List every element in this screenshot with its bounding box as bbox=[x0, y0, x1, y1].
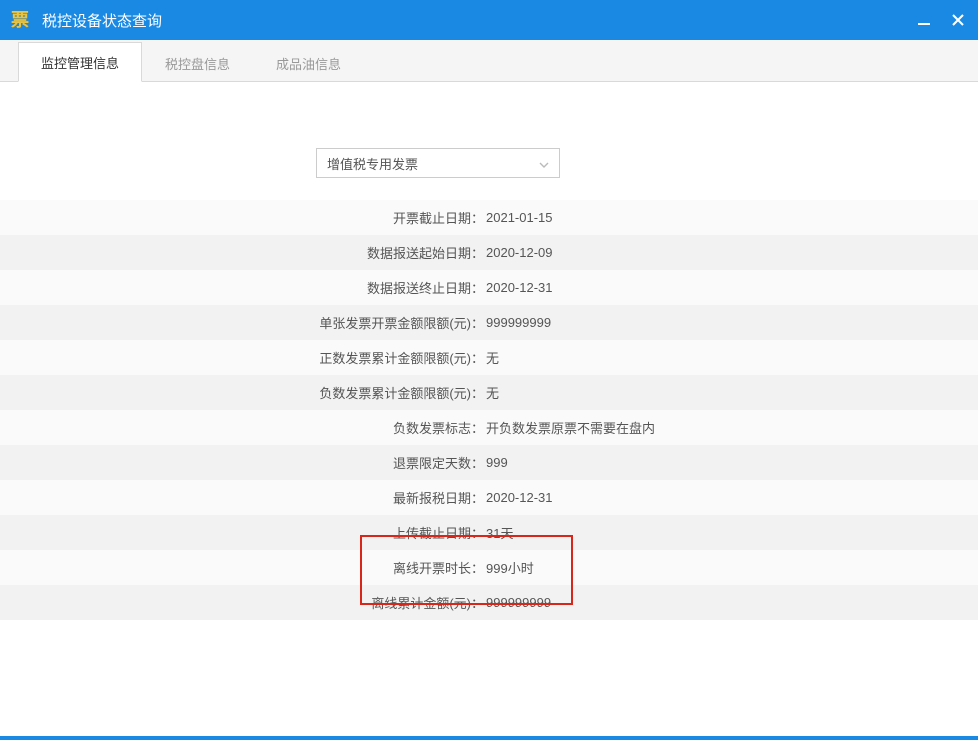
minimize-button[interactable] bbox=[914, 10, 934, 30]
tab-monitor-info[interactable]: 监控管理信息 bbox=[18, 42, 142, 82]
row-label: 离线累计金额(元)： bbox=[0, 593, 484, 612]
close-button[interactable] bbox=[948, 10, 968, 30]
select-value: 增值税专用发票 bbox=[327, 154, 418, 173]
row-label: 负数发票累计金额限额(元)： bbox=[0, 383, 484, 402]
row-value: 2020-12-31 bbox=[484, 280, 553, 295]
row-label: 离线开票时长： bbox=[0, 558, 484, 577]
row-label: 开票截止日期： bbox=[0, 208, 484, 227]
row-negative-invoice-limit: 负数发票累计金额限额(元)： 无 bbox=[0, 375, 978, 410]
row-invoice-deadline: 开票截止日期： 2021-01-15 bbox=[0, 200, 978, 235]
app-icon: 票 bbox=[8, 8, 32, 32]
row-negative-invoice-flag: 负数发票标志： 开负数发票原票不需要在盘内 bbox=[0, 410, 978, 445]
row-positive-invoice-limit: 正数发票累计金额限额(元)： 无 bbox=[0, 340, 978, 375]
row-latest-tax-date: 最新报税日期： 2020-12-31 bbox=[0, 480, 978, 515]
row-value: 999999999 bbox=[484, 595, 551, 610]
tab-oil-info[interactable]: 成品油信息 bbox=[253, 43, 364, 82]
app-icon-glyph: 票 bbox=[11, 11, 29, 29]
row-label: 数据报送起始日期： bbox=[0, 243, 484, 262]
row-value: 999999999 bbox=[484, 315, 551, 330]
row-label: 数据报送终止日期： bbox=[0, 278, 484, 297]
window-controls bbox=[914, 10, 968, 30]
row-value: 2021-01-15 bbox=[484, 210, 553, 225]
row-label: 单张发票开票金额限额(元)： bbox=[0, 313, 484, 332]
row-value: 999 bbox=[484, 455, 508, 470]
row-offline-amount: 离线累计金额(元)： 999999999 bbox=[0, 585, 978, 620]
window-title: 税控设备状态查询 bbox=[42, 10, 914, 31]
row-data-submit-end: 数据报送终止日期： 2020-12-31 bbox=[0, 270, 978, 305]
row-value: 2020-12-09 bbox=[484, 245, 553, 260]
row-label: 负数发票标志： bbox=[0, 418, 484, 437]
row-label: 最新报税日期： bbox=[0, 488, 484, 507]
row-value: 无 bbox=[484, 348, 499, 367]
tab-label: 成品油信息 bbox=[276, 57, 341, 72]
tab-label: 监控管理信息 bbox=[41, 56, 119, 71]
invoice-type-select[interactable]: 增值税专用发票 bbox=[316, 148, 560, 178]
title-bar: 票 税控设备状态查询 bbox=[0, 0, 978, 40]
row-value: 2020-12-31 bbox=[484, 490, 553, 505]
select-wrap: 增值税专用发票 bbox=[0, 148, 978, 178]
tab-bar: 监控管理信息 税控盘信息 成品油信息 bbox=[0, 40, 978, 82]
row-single-invoice-limit: 单张发票开票金额限额(元)： 999999999 bbox=[0, 305, 978, 340]
row-data-submit-start: 数据报送起始日期： 2020-12-09 bbox=[0, 235, 978, 270]
row-label: 上传截止日期： bbox=[0, 523, 484, 542]
footer-stripe bbox=[0, 736, 978, 740]
row-refund-days: 退票限定天数： 999 bbox=[0, 445, 978, 480]
chevron-down-icon bbox=[539, 156, 549, 171]
tab-label: 税控盘信息 bbox=[165, 57, 230, 72]
row-upload-deadline: 上传截止日期： 31天 bbox=[0, 515, 978, 550]
row-label: 退票限定天数： bbox=[0, 453, 484, 472]
content-area: 增值税专用发票 开票截止日期： 2021-01-15 数据报送起始日期： 202… bbox=[0, 84, 978, 620]
row-value: 开负数发票原票不需要在盘内 bbox=[484, 418, 655, 437]
row-value: 无 bbox=[484, 383, 499, 402]
tab-tax-disk-info[interactable]: 税控盘信息 bbox=[142, 43, 253, 82]
row-value: 31天 bbox=[484, 523, 513, 542]
row-offline-duration: 离线开票时长： 999小时 bbox=[0, 550, 978, 585]
row-value: 999小时 bbox=[484, 558, 534, 577]
data-rows: 开票截止日期： 2021-01-15 数据报送起始日期： 2020-12-09 … bbox=[0, 200, 978, 620]
row-label: 正数发票累计金额限额(元)： bbox=[0, 348, 484, 367]
